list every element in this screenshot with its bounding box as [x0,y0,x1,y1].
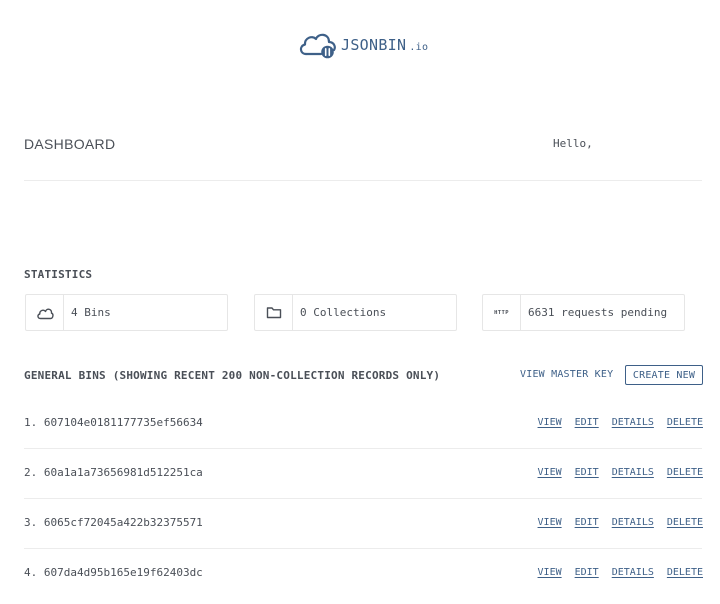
http-badge: HTTP [494,309,509,316]
stat-card-bins: 4 Bins [25,294,228,331]
delete-bin-link[interactable]: DELETE [667,517,703,528]
bin-id: 3. 6065cf72045a422b32375571 [24,516,203,529]
edit-bin-link[interactable]: EDIT [575,467,599,478]
app-logo[interactable]: JSONBIN .io [298,28,428,60]
cloud-icon [26,295,64,330]
bin-id: 2. 60a1a1a73656981d512251ca [24,466,203,479]
bin-actions: VIEW EDIT DETAILS DELETE [538,467,703,478]
edit-bin-link[interactable]: EDIT [575,517,599,528]
http-icon: HTTP [483,295,521,330]
bin-actions: VIEW EDIT DETAILS DELETE [538,417,703,428]
bin-row: 1. 607104e0181177735ef56634 VIEW EDIT DE… [24,413,703,433]
general-bins-heading: GENERAL BINS (SHOWING RECENT 200 NON-COL… [24,369,441,382]
edit-bin-link[interactable]: EDIT [575,417,599,428]
view-bin-link[interactable]: VIEW [538,517,562,528]
details-bin-link[interactable]: DETAILS [612,567,654,578]
row-divider [24,548,702,549]
delete-bin-link[interactable]: DELETE [667,467,703,478]
view-bin-link[interactable]: VIEW [538,417,562,428]
statistics-heading: STATISTICS [24,268,93,281]
logo-text: JSONBIN .io [341,36,428,54]
stat-card-collections: 0 Collections [254,294,457,331]
delete-bin-link[interactable]: DELETE [667,417,703,428]
details-bin-link[interactable]: DETAILS [612,467,654,478]
bin-actions: VIEW EDIT DETAILS DELETE [538,567,703,578]
logo-suffix: .io [409,42,429,53]
page-title: DASHBOARD [24,136,116,152]
bin-id: 1. 607104e0181177735ef56634 [24,416,203,429]
bin-id: 4. 607da4d95b165e19f62403dc [24,566,203,579]
bin-row: 3. 6065cf72045a422b32375571 VIEW EDIT DE… [24,513,703,533]
bin-row: 2. 60a1a1a73656981d512251ca VIEW EDIT DE… [24,463,703,483]
view-bin-link[interactable]: VIEW [538,467,562,478]
create-new-button[interactable]: CREATE NEW [625,365,703,385]
bin-row: 4. 607da4d95b165e19f62403dc VIEW EDIT DE… [24,563,703,583]
edit-bin-link[interactable]: EDIT [575,567,599,578]
stat-bins-count: 4 Bins [71,306,111,319]
bin-actions: VIEW EDIT DETAILS DELETE [538,517,703,528]
cloud-logo-icon [299,33,336,59]
row-divider [24,498,702,499]
stat-requests-pending: 6631 requests pending [528,306,668,319]
user-greeting: Hello, [553,137,593,150]
details-bin-link[interactable]: DETAILS [612,417,654,428]
details-bin-link[interactable]: DETAILS [612,517,654,528]
logo-name: JSONBIN [341,36,407,54]
stat-card-requests: HTTP 6631 requests pending [482,294,685,331]
folder-icon [255,295,293,330]
delete-bin-link[interactable]: DELETE [667,567,703,578]
header-divider [24,180,702,181]
stat-collections-count: 0 Collections [300,306,387,319]
row-divider [24,448,702,449]
view-master-key-button[interactable]: VIEW MASTER KEY [520,369,613,380]
view-bin-link[interactable]: VIEW [538,567,562,578]
